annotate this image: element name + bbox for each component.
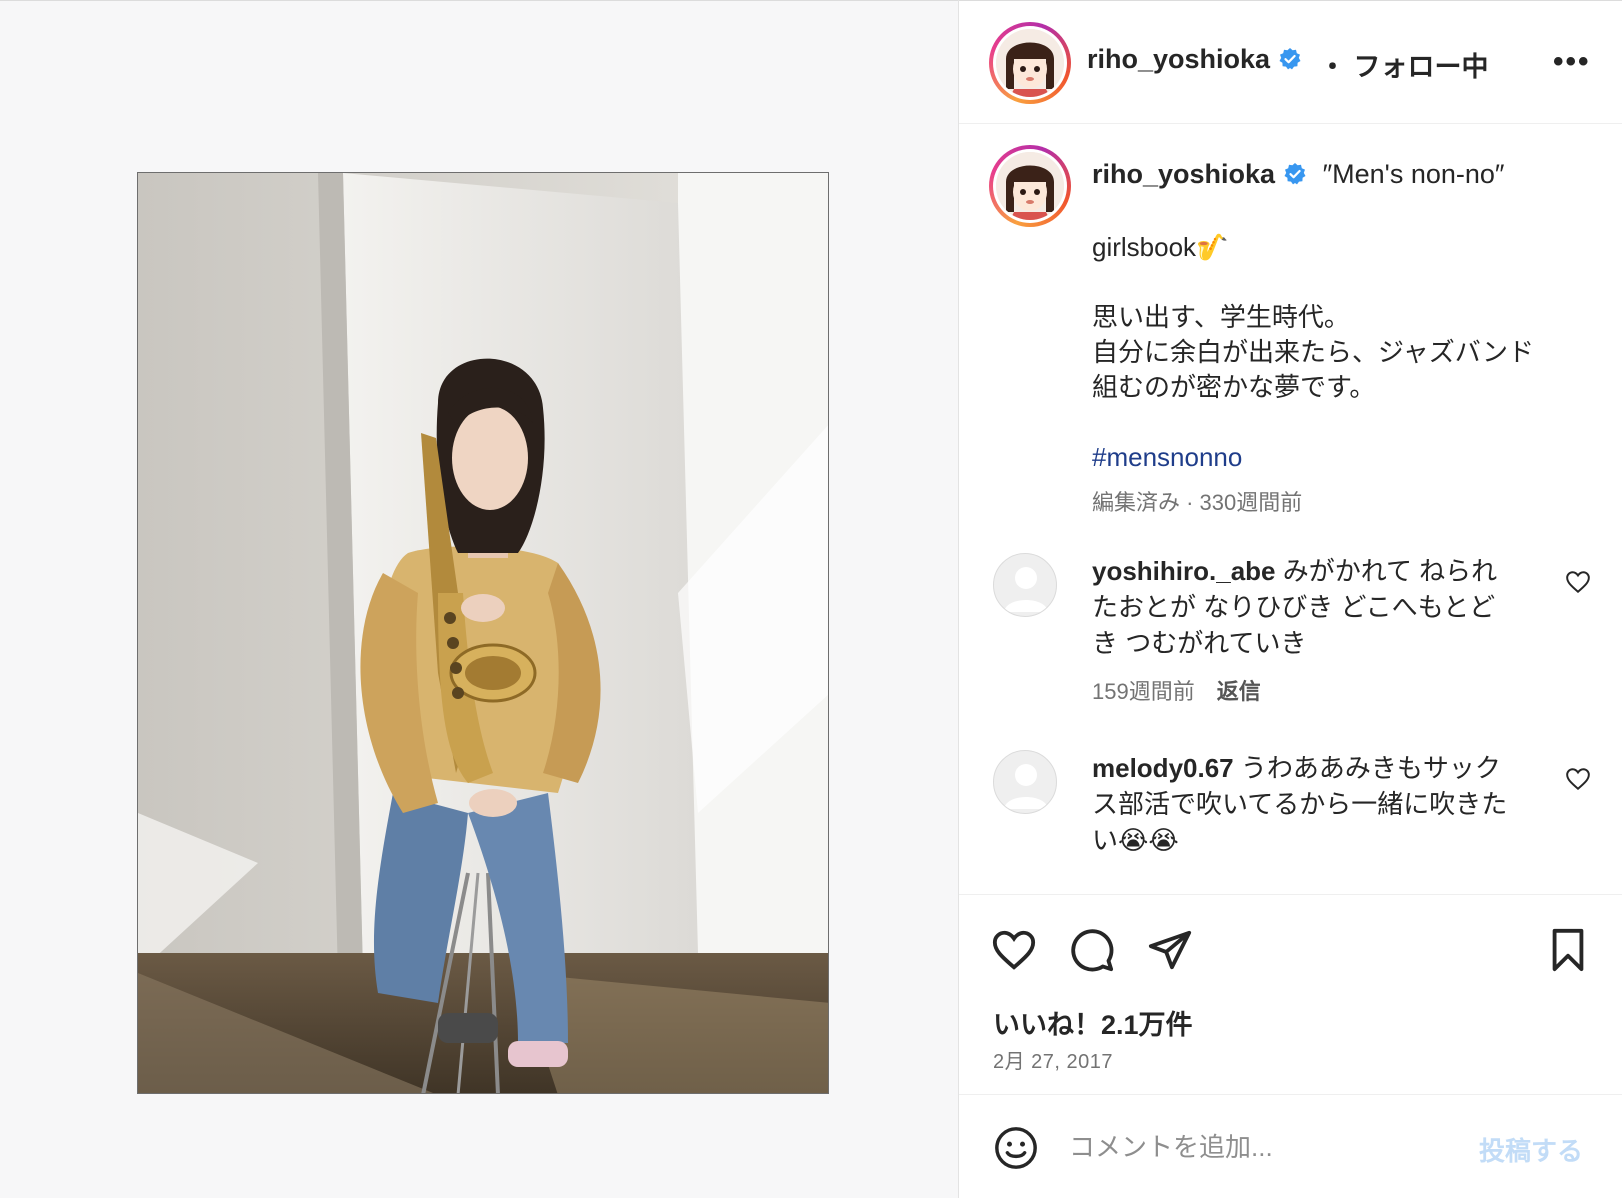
caption-line-1: girlsbook🎷 [1092, 232, 1229, 262]
comment-body: みがかれて ねられ [1275, 556, 1498, 586]
header-username[interactable]: riho_yoshioka [1087, 44, 1302, 75]
reply-button[interactable]: 返信 [1217, 679, 1261, 704]
more-options-icon[interactable]: ••• [1553, 45, 1591, 79]
comment-time: 159週間前 [1092, 679, 1195, 704]
caption-header: riho_yoshioka ″Men's non-no″ [1092, 159, 1504, 190]
comment-body: ス部活で吹いてるから一緒に吹きた [1092, 789, 1508, 819]
profile-avatar[interactable] [989, 22, 1071, 104]
likes-count[interactable]: いいね！2.1万件 [993, 1003, 1193, 1042]
post-date[interactable]: 2月 27, 2017 [993, 1045, 1113, 1074]
post-actions: いいね！2.1万件 2月 27, 2017 [959, 894, 1622, 1094]
instagram-post-page: riho_yoshioka ・ フォロー中 ••• riho_yoshioka … [0, 0, 1622, 1198]
comment-body: たおとが なりひびき どこへもとど [1092, 592, 1496, 622]
comment-like-icon[interactable] [1565, 569, 1591, 595]
emoji-smiley-icon[interactable] [993, 1125, 1039, 1171]
caption-username[interactable]: riho_yoshioka [1092, 159, 1275, 189]
share-send-icon[interactable] [1147, 927, 1193, 973]
comment-username[interactable]: yoshihiro._abe [1092, 556, 1276, 586]
caption-and-comments[interactable]: riho_yoshioka ″Men's non-no″ girlsbook🎷 … [959, 125, 1622, 895]
caption-meta: 編集済み · 330週間前 [1092, 490, 1303, 515]
caption-line-4: 組むのが密かな夢です。 [1092, 372, 1376, 402]
comment-text: yoshihiro._abe みがかれて ねられ たおとが なりひびき どこへも… [1092, 553, 1540, 661]
comment-text: melody0.67 うわああみきもサック ス部活で吹いてるから一緒に吹きた い… [1092, 750, 1540, 858]
caption-avatar[interactable] [989, 145, 1071, 227]
caption-line-2: 思い出す、学生時代。 [1092, 302, 1350, 332]
comment-input[interactable] [1069, 1123, 1449, 1171]
like-heart-icon[interactable] [991, 927, 1037, 973]
add-comment-bar: 投稿する [959, 1094, 1622, 1198]
media-area [0, 4, 958, 1198]
comment-bubble-icon[interactable] [1069, 927, 1115, 973]
bookmark-save-icon[interactable] [1545, 927, 1591, 973]
follow-status-button[interactable]: ・ フォロー中 [1319, 45, 1489, 84]
header-username-text[interactable]: riho_yoshioka [1087, 44, 1270, 74]
post-photo[interactable] [137, 172, 829, 1094]
verified-badge-icon [1284, 163, 1306, 185]
verified-badge-icon [1279, 48, 1301, 70]
comment-body: うわああみきもサック [1233, 753, 1501, 783]
comment-like-icon[interactable] [1565, 766, 1591, 792]
comment-body: い😭😭 [1092, 825, 1179, 855]
comment-avatar[interactable] [993, 553, 1057, 617]
post-side-panel: riho_yoshioka ・ フォロー中 ••• riho_yoshioka … [958, 0, 1622, 1198]
caption-title: ″Men's non-no″ [1322, 159, 1505, 189]
caption-line-3: 自分に余白が出来たら、ジャズバンド [1092, 337, 1535, 367]
comment-avatar[interactable] [993, 750, 1057, 814]
comment-username[interactable]: melody0.67 [1092, 753, 1234, 783]
post-comment-button[interactable]: 投稿する [1479, 1131, 1583, 1168]
comment-meta: 159週間前 返信 [1092, 674, 1261, 706]
comment-body: き つむがれていき [1092, 628, 1307, 658]
post-header: riho_yoshioka ・ フォロー中 ••• [959, 0, 1622, 124]
hashtag-link[interactable]: #mensnonno [1092, 439, 1592, 475]
